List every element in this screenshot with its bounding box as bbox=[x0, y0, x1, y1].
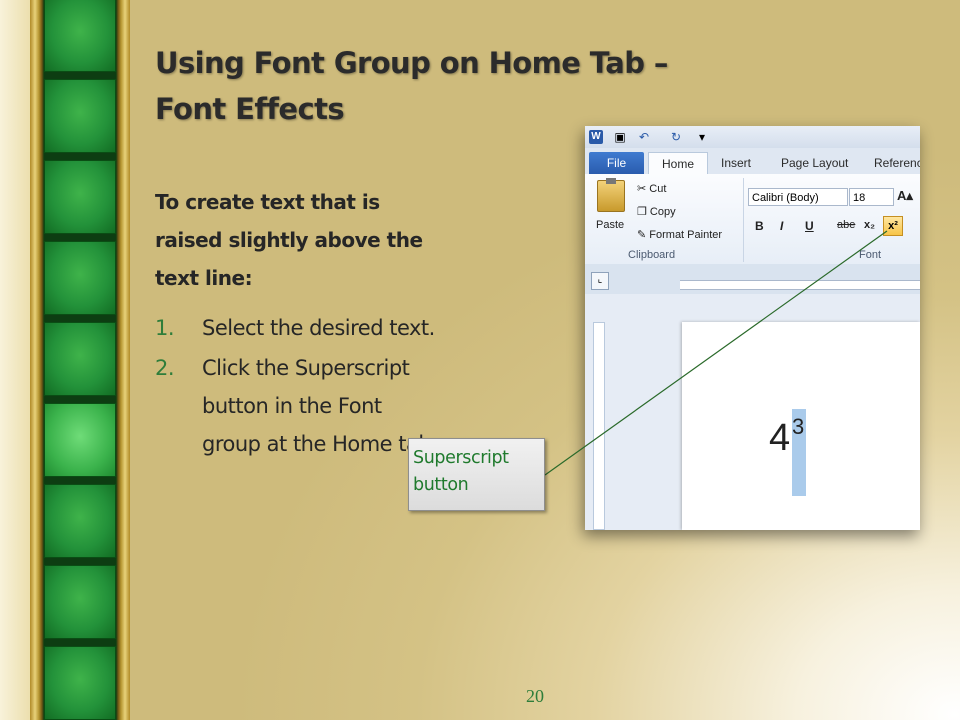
document-superscript[interactable]: 3 bbox=[792, 416, 804, 438]
horizontal-ruler[interactable] bbox=[680, 280, 920, 290]
step-item: 1. Select the desired text. bbox=[155, 309, 500, 347]
quick-access-toolbar: W ▣ ↶ ↻ ▾ bbox=[585, 126, 920, 148]
clipboard-group-label: Clipboard bbox=[628, 249, 676, 261]
step-text: Click the Superscript bbox=[202, 356, 410, 380]
strip-tile bbox=[44, 484, 116, 558]
tab-home[interactable]: Home bbox=[648, 152, 708, 176]
step-text: Select the desired text. bbox=[202, 316, 435, 340]
underline-button[interactable]: U bbox=[805, 219, 814, 233]
page-number: 20 bbox=[526, 686, 544, 706]
cut-button[interactable]: ✂ Cut bbox=[637, 182, 666, 195]
paste-icon[interactable] bbox=[597, 178, 625, 212]
document-base-number[interactable]: 4 bbox=[769, 418, 790, 458]
tab-page-layout[interactable]: Page Layout bbox=[781, 152, 848, 174]
font-group-label: Font bbox=[859, 249, 882, 261]
step-number: 1. bbox=[155, 316, 175, 340]
word-screenshot: W ▣ ↶ ↻ ▾ File Home Insert Page Layout R… bbox=[585, 126, 920, 530]
strip-tile bbox=[44, 241, 116, 315]
strip-tile bbox=[44, 403, 116, 477]
font-size-select[interactable]: 18 bbox=[849, 188, 894, 206]
copy-label: Copy bbox=[649, 206, 676, 218]
copy-button[interactable]: ❐ Copy bbox=[637, 205, 676, 218]
strip-tile bbox=[44, 322, 116, 396]
step-text: button in the Font bbox=[202, 394, 382, 418]
grow-font-icon[interactable]: A▴ bbox=[897, 188, 913, 204]
strikethrough-button[interactable]: abe bbox=[837, 219, 855, 231]
tab-references[interactable]: Referenc bbox=[874, 152, 920, 174]
paste-button[interactable]: Paste bbox=[596, 219, 624, 231]
callout-line: button bbox=[413, 475, 469, 495]
tab-file[interactable]: File bbox=[589, 152, 644, 174]
format-painter-button[interactable]: ✎ Format Painter bbox=[637, 228, 722, 241]
group-separator bbox=[743, 178, 744, 262]
step-text: group at the Home tab. bbox=[202, 432, 438, 456]
intro-line: text line: bbox=[155, 266, 253, 290]
decorative-strip bbox=[30, 0, 130, 720]
superscript-button[interactable]: x² bbox=[883, 216, 903, 236]
format-painter-label: Format Painter bbox=[649, 229, 723, 241]
bold-button[interactable]: B bbox=[755, 219, 764, 233]
tab-insert[interactable]: Insert bbox=[721, 152, 751, 174]
customize-icon[interactable]: ▾ bbox=[695, 130, 709, 144]
tab-selector-icon[interactable]: ⌞ bbox=[591, 272, 609, 290]
callout-line: Superscript bbox=[413, 448, 509, 468]
title-line-1: Using Font Group on Home Tab – bbox=[155, 46, 668, 80]
intro-line: To create text that is bbox=[155, 190, 380, 214]
slide-title: Using Font Group on Home Tab – Font Effe… bbox=[155, 40, 795, 132]
word-logo-icon: W bbox=[589, 130, 603, 144]
strip-tile bbox=[44, 0, 116, 72]
title-line-2: Font Effects bbox=[155, 92, 345, 126]
strip-tile bbox=[44, 160, 116, 234]
superscript-callout: Superscript button bbox=[408, 438, 545, 511]
ribbon-tabs: File Home Insert Page Layout Referenc bbox=[585, 148, 920, 176]
left-background bbox=[0, 0, 30, 720]
strip-tile bbox=[44, 565, 116, 639]
italic-button[interactable]: I bbox=[780, 219, 783, 233]
step-number: 2. bbox=[155, 356, 175, 380]
vertical-ruler[interactable] bbox=[593, 322, 605, 530]
strip-tile bbox=[44, 79, 116, 153]
subscript-button[interactable]: x₂ bbox=[864, 219, 875, 231]
cut-label: Cut bbox=[649, 183, 667, 195]
save-icon[interactable]: ▣ bbox=[613, 130, 627, 144]
redo-icon[interactable]: ↻ bbox=[669, 130, 683, 144]
undo-icon[interactable]: ↶ bbox=[637, 130, 651, 144]
intro-line: raised slightly above the bbox=[155, 228, 423, 252]
font-family-select[interactable]: Calibri (Body) bbox=[748, 188, 848, 206]
intro-text: To create text that is raised slightly a… bbox=[155, 183, 485, 297]
strip-tile bbox=[44, 646, 116, 720]
